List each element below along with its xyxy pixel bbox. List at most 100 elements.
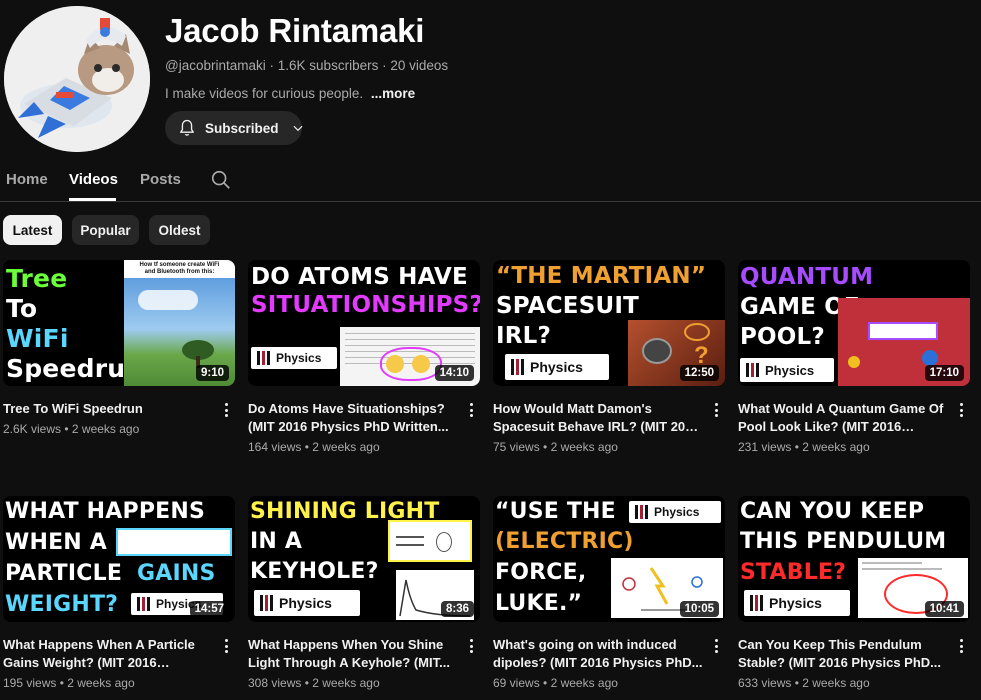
view-count: 164 views: [248, 440, 302, 454]
upload-age: 2 weeks ago: [802, 440, 870, 454]
logo-label: Physics: [765, 362, 815, 378]
subscribed-label: Subscribed: [205, 120, 279, 136]
thumb-text: CAN YOU KEEP: [740, 499, 925, 524]
more-options-icon[interactable]: [219, 400, 233, 420]
video-title[interactable]: How Would Matt Damon's Spacesuit Behave …: [493, 400, 703, 436]
video-meta: 75 views • 2 weeks ago: [493, 440, 618, 454]
video-title[interactable]: What Happens When A Particle Gains Weigh…: [3, 636, 213, 672]
video-duration: 10:41: [924, 601, 964, 617]
thumb-text: POOL?: [740, 324, 825, 350]
more-link[interactable]: ...more: [371, 86, 415, 101]
thumb-text: FORCE,: [495, 560, 587, 585]
thumb-text: “USE THE: [495, 499, 616, 524]
thumb-text: THIS PENDULUM: [740, 529, 947, 554]
more-options-icon[interactable]: [464, 636, 478, 656]
thumb-text: (ELECTRIC): [495, 529, 634, 554]
video-title[interactable]: What Would A Quantum Game Of Pool Look L…: [738, 400, 948, 436]
thumb-text: PARTICLE: [5, 561, 123, 586]
thumb-text: WHEN A: [5, 530, 108, 555]
video-title[interactable]: Can You Keep This Pendulum Stable? (MIT …: [738, 636, 948, 672]
video-title[interactable]: What's going on with induced dipoles? (M…: [493, 636, 703, 672]
more-options-icon[interactable]: [954, 636, 968, 656]
video-card[interactable]: “THE MARTIAN” SPACESUIT IRL? Physics ? 1…: [493, 260, 725, 454]
video-card[interactable]: Tree To WiFi Speedrun How tf someone cre…: [3, 260, 235, 436]
video-title[interactable]: What Happens When You Shine Light Throug…: [248, 636, 458, 672]
video-duration: 12:50: [679, 365, 719, 381]
mit-physics-logo: Physics: [505, 354, 609, 380]
thumb-text: To: [6, 294, 38, 323]
thumb-text: QUANTUM: [740, 264, 874, 290]
search-icon[interactable]: [210, 169, 232, 191]
logo-label: Physics: [769, 595, 822, 611]
mit-physics-logo: Physics: [629, 501, 721, 523]
video-duration: 10:05: [679, 601, 719, 617]
video-title[interactable]: Tree To WiFi Speedrun: [3, 400, 213, 418]
thumb-text: “THE MARTIAN”: [496, 263, 707, 289]
thumb-text: KEYHOLE?: [250, 559, 379, 584]
more-options-icon[interactable]: [709, 636, 723, 656]
video-card[interactable]: “USE THE (ELECTRIC) FORCE, LUKE.” Physic…: [493, 496, 725, 690]
video-thumbnail[interactable]: DO ATOMS HAVE SITUATIONSHIPS? Physics 14…: [248, 260, 480, 386]
video-duration: 14:57: [189, 601, 229, 617]
upload-age: 2 weeks ago: [550, 440, 618, 454]
subscribed-button[interactable]: Subscribed: [165, 111, 303, 145]
mit-physics-logo: Physics: [740, 358, 834, 382]
video-meta: 69 views • 2 weeks ago: [493, 676, 618, 690]
video-thumbnail[interactable]: “THE MARTIAN” SPACESUIT IRL? Physics ? 1…: [493, 260, 725, 386]
mit-physics-logo: Physics: [744, 590, 850, 616]
video-thumbnail[interactable]: “USE THE (ELECTRIC) FORCE, LUKE.” Physic…: [493, 496, 725, 622]
active-tab-indicator: [69, 198, 116, 201]
tab-posts[interactable]: Posts: [140, 171, 181, 188]
channel-meta: @jacobrintamaki · 1.6K subscribers · 20 …: [165, 58, 448, 73]
more-options-icon[interactable]: [954, 400, 968, 420]
thumb-text: Speedrun: [6, 354, 144, 383]
video-meta: 308 views • 2 weeks ago: [248, 676, 380, 690]
channel-avatar[interactable]: [4, 6, 150, 152]
more-options-icon[interactable]: [709, 400, 723, 420]
view-count: 69 views: [493, 676, 540, 690]
channel-tabs: Home Videos Posts: [0, 160, 981, 202]
video-card[interactable]: SHINING LIGHT IN A KEYHOLE? Physics 8:36…: [248, 496, 480, 690]
more-options-icon[interactable]: [464, 400, 478, 420]
thumb-text: WHAT HAPPENS: [5, 499, 206, 524]
logo-label: Physics: [530, 359, 583, 375]
tab-videos[interactable]: Videos: [69, 171, 118, 188]
video-title[interactable]: Do Atoms Have Situationships? (MIT 2016 …: [248, 400, 458, 436]
video-meta: 164 views • 2 weeks ago: [248, 440, 380, 454]
video-duration: 17:10: [924, 365, 964, 381]
chevron-down-icon: [293, 125, 303, 132]
thumb-text: SPACESUIT: [496, 293, 639, 319]
view-count: 195 views: [3, 676, 57, 690]
video-meta: 195 views • 2 weeks ago: [3, 676, 135, 690]
video-thumbnail[interactable]: Tree To WiFi Speedrun How tf someone cre…: [3, 260, 235, 386]
mit-physics-logo: Physics: [254, 590, 360, 616]
thumb-text: IN A: [250, 529, 303, 554]
channel-description[interactable]: I make videos for curious people. ...mor…: [165, 86, 415, 101]
thumb-caption: How tf someone create WiFi: [139, 262, 220, 268]
video-card[interactable]: WHAT HAPPENS WHEN A PARTICLE GAINS WEIGH…: [3, 496, 235, 690]
video-card[interactable]: DO ATOMS HAVE SITUATIONSHIPS? Physics 14…: [248, 260, 480, 454]
meta-separator: ·: [269, 58, 275, 73]
chip-popular[interactable]: Popular: [72, 215, 139, 245]
upload-age: 2 weeks ago: [312, 440, 380, 454]
video-card[interactable]: QUANTUM GAME OF POOL? Physics 17:10 What…: [738, 260, 970, 454]
tab-home[interactable]: Home: [6, 171, 48, 188]
chip-latest[interactable]: Latest: [3, 215, 62, 245]
thumb-text: Tree: [6, 264, 68, 293]
video-thumbnail[interactable]: QUANTUM GAME OF POOL? Physics 17:10: [738, 260, 970, 386]
equation-image: [116, 528, 232, 556]
thumb-text: WEIGHT?: [5, 592, 119, 617]
logo-label: Physics: [279, 595, 332, 611]
thumb-text: IRL?: [496, 323, 552, 349]
view-count: 231 views: [738, 440, 792, 454]
video-card[interactable]: CAN YOU KEEP THIS PENDULUM STABLE? Physi…: [738, 496, 970, 690]
thumb-text: SITUATIONSHIPS?: [251, 292, 480, 318]
more-options-icon[interactable]: [219, 636, 233, 656]
video-thumbnail[interactable]: WHAT HAPPENS WHEN A PARTICLE GAINS WEIGH…: [3, 496, 235, 622]
video-meta: 2.6K views • 2 weeks ago: [3, 422, 140, 436]
video-thumbnail[interactable]: CAN YOU KEEP THIS PENDULUM STABLE? Physi…: [738, 496, 970, 622]
video-thumbnail[interactable]: SHINING LIGHT IN A KEYHOLE? Physics 8:36: [248, 496, 480, 622]
logo-label: Physics: [654, 505, 700, 519]
view-count: 633 views: [738, 676, 792, 690]
chip-oldest[interactable]: Oldest: [149, 215, 210, 245]
